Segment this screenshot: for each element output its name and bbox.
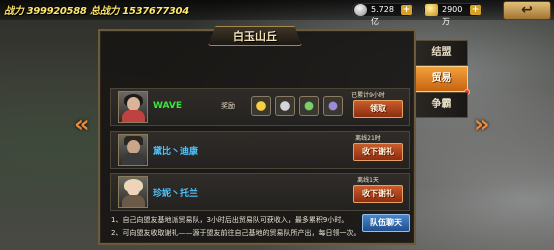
- reward-label: 奖励: [221, 102, 235, 110]
- avatar: [118, 134, 148, 166]
- gold-ingot-icon: [425, 4, 438, 16]
- mask-icon: [299, 96, 319, 116]
- tab-alliance[interactable]: 结盟: [416, 40, 468, 66]
- member-name: WAVE: [153, 101, 182, 111]
- tab-contest[interactable]: 争霸: [416, 92, 468, 118]
- status-text: 离线1天: [357, 177, 379, 184]
- member-name: 黛比丶迪康: [153, 147, 199, 157]
- gold-amount: 2900万: [442, 5, 463, 26]
- avatar: [118, 91, 148, 123]
- gold-resource[interactable]: 2900万 +: [423, 3, 483, 26]
- next-arrow-icon[interactable]: »: [474, 110, 490, 138]
- tab-trade[interactable]: 贸易: [416, 66, 468, 92]
- total-power-label: 总战力: [90, 6, 120, 17]
- back-button[interactable]: ↩: [503, 1, 551, 20]
- team-chat-button[interactable]: 队伍聊天: [362, 214, 410, 232]
- avatar: [118, 176, 148, 208]
- prev-arrow-icon[interactable]: «: [74, 110, 90, 138]
- note-line: 1、自己向盟友基地派贸易队，3小时后出贸易队可获收入，最多累积9小时。: [111, 216, 349, 224]
- total-power-value: 1537677304: [122, 6, 189, 17]
- add-gold-button[interactable]: +: [470, 5, 481, 15]
- receive-gift-button[interactable]: 收下谢礼: [353, 143, 403, 161]
- silver-coin-icon: [354, 4, 367, 16]
- silver-amount: 5.728亿: [371, 5, 394, 26]
- member-row: 黛比丶迪康 离线21时 收下谢礼: [110, 131, 410, 169]
- silver-resource[interactable]: 5.728亿 +: [352, 3, 414, 26]
- fruit-icon: [251, 96, 271, 116]
- game-scene: 战力 399920588 总战力 1537677304 5.728亿 + 290…: [0, 0, 554, 250]
- status-text: 已累计9小时: [351, 92, 385, 99]
- receive-gift-button[interactable]: 收下谢礼: [353, 185, 403, 203]
- silver-coin-icon: [275, 96, 295, 116]
- member-row: WAVE 奖励 已累计9小时 领取: [110, 88, 410, 126]
- power-value: 399920588: [26, 6, 87, 17]
- member-name: 珍妮丶托兰: [153, 189, 199, 199]
- status-text: 离线21时: [355, 135, 381, 142]
- note-line: 2、可向盟友收取谢礼——源于盟友前往自己基地的贸易队所产出，每日领一次。: [111, 229, 361, 237]
- member-row: 珍妮丶托兰 离线1天 收下谢礼: [110, 173, 410, 211]
- claim-button[interactable]: 领取: [353, 100, 403, 118]
- power-label: 战力: [4, 6, 24, 17]
- panel-title: 白玉山丘: [233, 30, 277, 43]
- add-silver-button[interactable]: +: [401, 5, 412, 15]
- power-display: 战力 399920588: [4, 2, 87, 17]
- soldier-icon: [323, 96, 343, 116]
- total-power-display: 总战力 1537677304: [90, 2, 189, 17]
